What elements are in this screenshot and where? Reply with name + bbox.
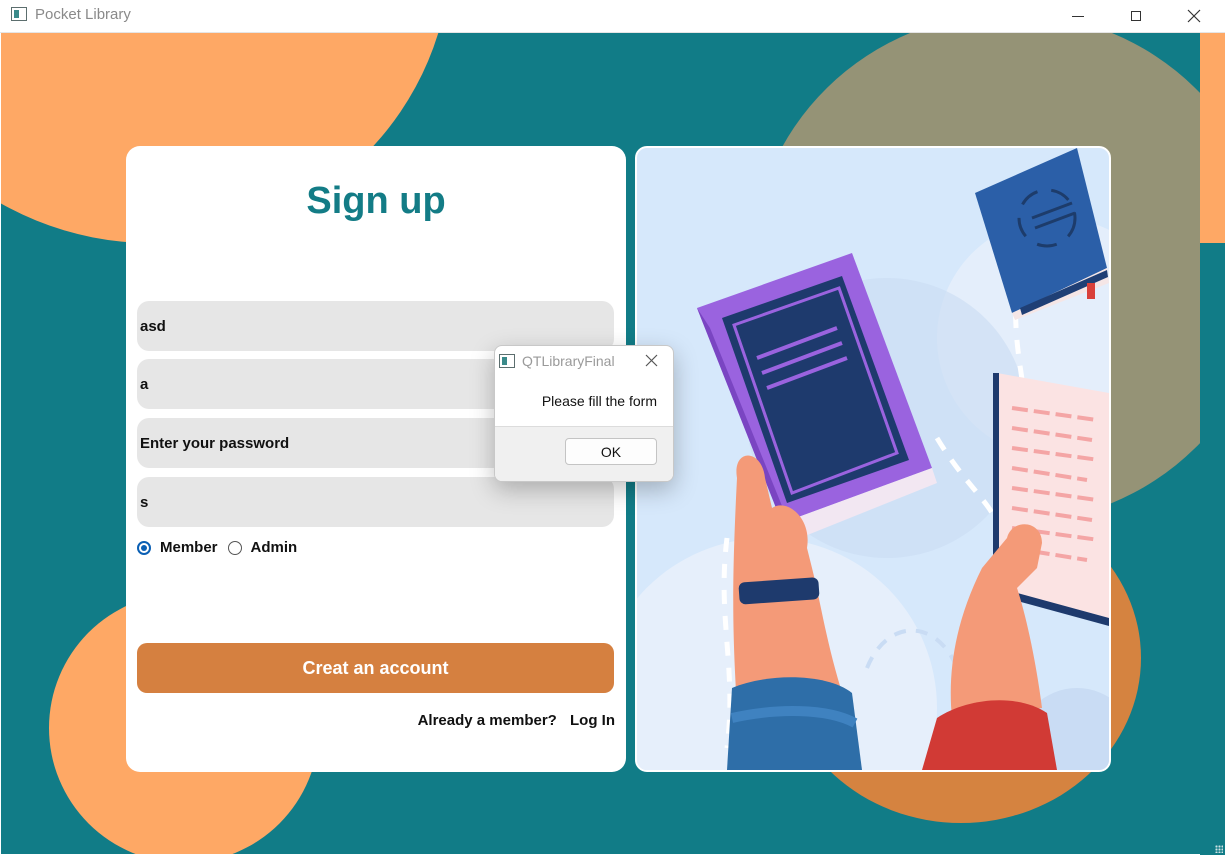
admin-radio-label[interactable]: Admin xyxy=(251,539,298,556)
illustration-panel xyxy=(635,146,1111,772)
dialog-close-icon[interactable] xyxy=(645,354,658,367)
member-radio-label[interactable]: Member xyxy=(160,539,218,556)
already-member-text: Already a member? xyxy=(417,712,557,729)
ok-button[interactable]: OK xyxy=(565,438,657,465)
reading-illustration xyxy=(637,148,1109,770)
maximize-icon xyxy=(1131,11,1141,21)
create-account-button[interactable]: Creat an account xyxy=(137,643,614,693)
dialog-title: QTLibraryFinal xyxy=(522,353,615,369)
minimize-button[interactable] xyxy=(1049,0,1107,32)
signup-title: Sign up xyxy=(306,180,446,222)
dialog-footer: OK xyxy=(495,426,673,481)
close-icon xyxy=(1187,9,1201,23)
window-title: Pocket Library xyxy=(35,6,131,23)
close-window-button[interactable] xyxy=(1165,0,1223,32)
role-selector: Member Admin xyxy=(137,539,307,556)
admin-radio[interactable] xyxy=(227,540,242,555)
login-link[interactable]: Log In xyxy=(570,712,615,729)
minimize-icon xyxy=(1072,15,1084,17)
username-field[interactable]: asd xyxy=(137,301,614,351)
maximize-button[interactable] xyxy=(1107,0,1165,32)
dialog-message: Please fill the form xyxy=(541,393,657,409)
login-prompt: Already a member? Log In xyxy=(418,712,615,729)
dialog-app-icon xyxy=(499,354,515,368)
edge-teal xyxy=(1200,243,1225,855)
member-radio[interactable] xyxy=(137,540,151,555)
edge-orange xyxy=(1200,33,1225,243)
confirm-field[interactable]: s xyxy=(137,477,614,527)
window-titlebar: Pocket Library xyxy=(0,0,1225,33)
resize-grip-icon[interactable] xyxy=(1215,845,1223,853)
window-edge xyxy=(1200,33,1225,855)
message-dialog: QTLibraryFinal Please fill the form OK xyxy=(494,345,674,482)
app-window-icon xyxy=(11,7,27,21)
